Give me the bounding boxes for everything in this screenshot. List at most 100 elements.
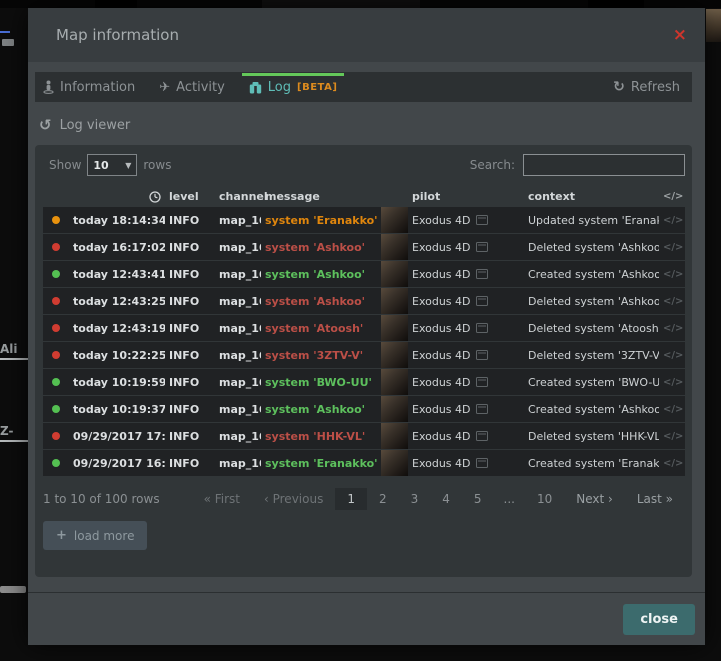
table-row[interactable]: today 10:19:59 INFO map_16 system 'BWO-U…: [43, 369, 685, 395]
status-dot: [52, 351, 60, 359]
header-channel[interactable]: channel: [215, 190, 261, 203]
search-label: Search:: [470, 158, 515, 172]
pagination-page-4[interactable]: 4: [430, 488, 462, 510]
code-icon: </>: [659, 458, 685, 469]
pilot-avatar: [381, 396, 408, 422]
log-context: Deleted system 'Ashkoo' ...: [524, 295, 659, 308]
header-context[interactable]: context: [524, 190, 659, 203]
status-dot-cell: [43, 243, 69, 251]
dialog-body: Information ✈ Activity Log [BETA] ↻ Refr: [28, 62, 705, 592]
tab-label: Log: [268, 80, 291, 95]
pilot-name: Exodus 4D: [412, 214, 471, 227]
status-dot-cell: [43, 405, 69, 413]
chevron-down-icon: ▼: [125, 161, 131, 170]
status-dot-cell: [43, 324, 69, 332]
background-top-strip: [0, 0, 721, 8]
pilot-name: Exodus 4D: [412, 457, 471, 470]
pagination-previous[interactable]: ‹ Previous: [252, 488, 335, 510]
portrait-window-icon: [476, 215, 488, 225]
pagination-page-3[interactable]: 3: [399, 488, 431, 510]
portrait-window-icon: [476, 296, 488, 306]
pagination-page-5[interactable]: 5: [462, 488, 494, 510]
table-row[interactable]: today 16:17:02 INFO map_16 system 'Ashko…: [43, 234, 685, 260]
tab-label: Activity: [176, 80, 225, 95]
log-level: INFO: [165, 295, 215, 308]
log-channel: map_16: [215, 241, 261, 254]
table-row[interactable]: today 18:14:34 INFO map_16 system 'Erana…: [43, 207, 685, 233]
log-message: system 'Eranakko': [261, 214, 381, 227]
pilot-avatar: [381, 234, 408, 260]
load-more-button[interactable]: + load more: [43, 521, 147, 550]
table-row[interactable]: 09/29/2017 16:41:17 INFO map_16 system '…: [43, 450, 685, 476]
log-level: INFO: [165, 214, 215, 227]
street-view-icon: [43, 80, 54, 94]
log-message: system 'Ashkoo': [261, 295, 381, 308]
pagination-first[interactable]: « First: [192, 488, 252, 510]
binoculars-icon: [249, 81, 262, 94]
background-image-fragment: [706, 9, 721, 42]
table-header-row: level channel message pilot context </>: [43, 185, 685, 207]
log-time: today 18:14:34: [69, 214, 165, 227]
pagination-page-1[interactable]: 1: [335, 488, 367, 510]
search-input[interactable]: [523, 154, 685, 176]
status-dot-cell: [43, 378, 69, 386]
table-controls: Show 10 ▼ rows Search:: [43, 153, 685, 177]
log-time: today 10:19:37: [69, 403, 165, 416]
status-dot: [52, 378, 60, 386]
refresh-button[interactable]: ↻ Refresh: [613, 80, 680, 95]
pagination-next[interactable]: Next ›: [564, 488, 625, 510]
status-dot-cell: [43, 297, 69, 305]
table-row[interactable]: today 12:43:25 INFO map_16 system 'Ashko…: [43, 288, 685, 314]
status-dot: [52, 243, 60, 251]
pagination-page-2[interactable]: 2: [367, 488, 399, 510]
pilot-name: Exodus 4D: [412, 241, 471, 254]
tab-information[interactable]: Information: [43, 80, 135, 95]
header-pilot[interactable]: pilot: [408, 190, 524, 203]
log-channel: map_16: [215, 403, 261, 416]
map-information-dialog: Map information × Information ✈ Activity: [28, 8, 705, 645]
log-channel: map_16: [215, 295, 261, 308]
table-body: today 18:14:34 INFO map_16 system 'Erana…: [43, 207, 685, 476]
tab-label: Information: [60, 80, 135, 95]
background-label: Ali: [0, 342, 18, 356]
log-channel: map_16: [215, 376, 261, 389]
code-icon: </>: [659, 377, 685, 388]
code-icon: </>: [659, 323, 685, 334]
table-row[interactable]: today 10:22:25 INFO map_16 system '3ZTV-…: [43, 342, 685, 368]
table-row[interactable]: today 12:43:19 INFO map_16 system 'Atoos…: [43, 315, 685, 341]
clock-icon[interactable]: [69, 190, 165, 203]
portrait-window-icon: [476, 350, 488, 360]
dialog-title: Map information: [56, 26, 179, 44]
close-button[interactable]: close: [623, 604, 695, 635]
code-icon[interactable]: </>: [659, 191, 685, 202]
pilot-name: Exodus 4D: [412, 430, 471, 443]
pilot-avatar: [381, 423, 408, 449]
background-fragment: [95, 0, 137, 8]
pilot-avatar: [381, 261, 408, 287]
pagination-last[interactable]: Last »: [625, 488, 685, 510]
close-icon[interactable]: ×: [673, 27, 687, 44]
pilot-name: Exodus 4D: [412, 403, 471, 416]
background-glyph: [2, 39, 14, 46]
log-level: INFO: [165, 349, 215, 362]
pagination-page-10[interactable]: 10: [525, 488, 564, 510]
log-table-panel: Show 10 ▼ rows Search:: [35, 145, 692, 577]
tab-bar: Information ✈ Activity Log [BETA] ↻ Refr: [35, 72, 692, 102]
log-context: Created system 'BWO-UU'...: [524, 376, 659, 389]
log-message: system 'Ashkoo': [261, 268, 381, 281]
show-label: Show: [43, 158, 87, 172]
pilot-name: Exodus 4D: [412, 322, 471, 335]
log-level: INFO: [165, 403, 215, 416]
header-message[interactable]: message: [261, 190, 381, 203]
table-row[interactable]: today 10:19:37 INFO map_16 system 'Ashko…: [43, 396, 685, 422]
refresh-icon: ↻: [613, 80, 625, 94]
log-time: today 12:43:19: [69, 322, 165, 335]
header-level[interactable]: level: [165, 190, 215, 203]
table-row[interactable]: 09/29/2017 17:34:25 INFO map_16 system '…: [43, 423, 685, 449]
status-dot: [52, 459, 60, 467]
tab-activity[interactable]: ✈ Activity: [159, 80, 225, 95]
tab-log[interactable]: Log [BETA]: [249, 80, 338, 95]
table-row[interactable]: today 12:43:41 INFO map_16 system 'Ashko…: [43, 261, 685, 287]
page-size-select[interactable]: 10 ▼: [87, 154, 137, 176]
status-dot-cell: [43, 459, 69, 467]
